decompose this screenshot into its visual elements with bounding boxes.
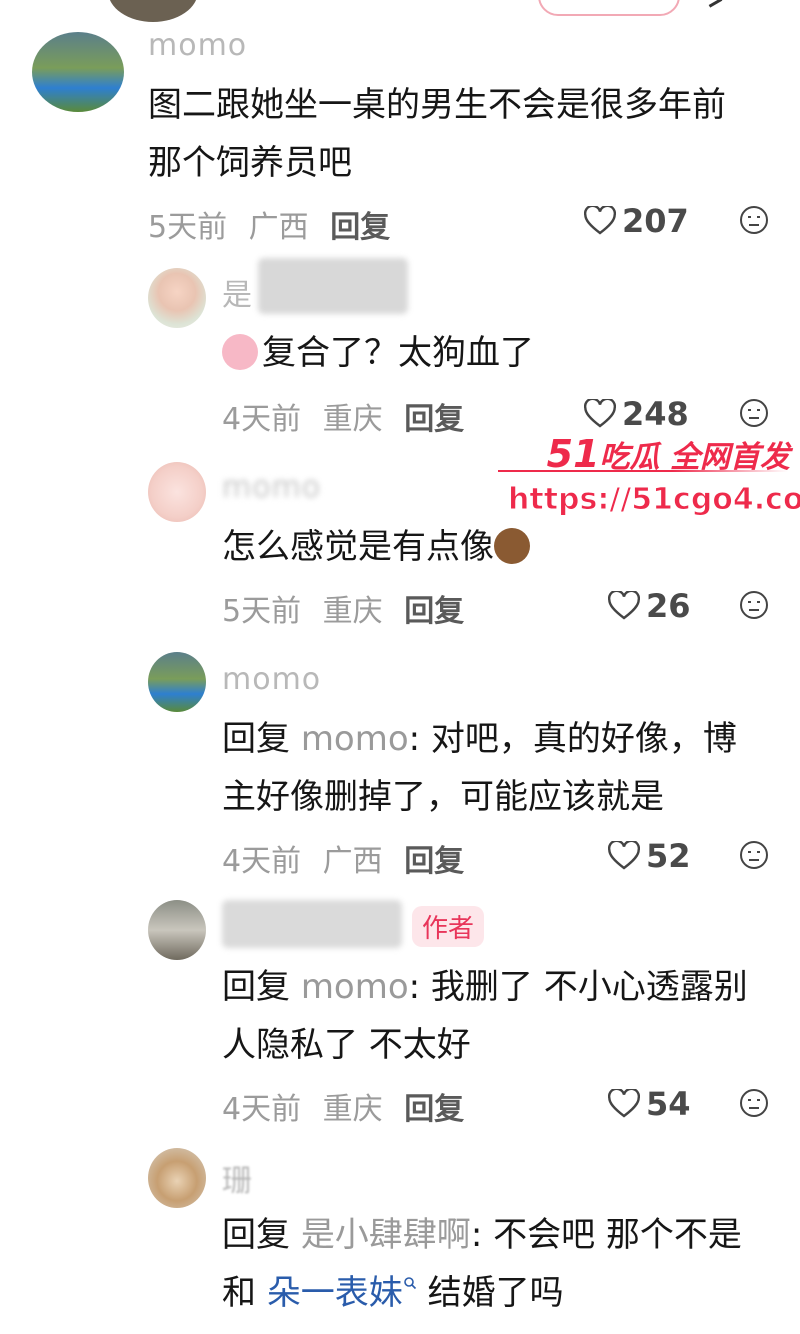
like-count: 54 [646, 1085, 691, 1123]
comment-meta: 4天前 重庆 回复 [222, 394, 476, 438]
avatar[interactable] [148, 652, 206, 712]
dog-emoji-icon [494, 528, 530, 564]
heart-icon [584, 206, 616, 235]
reply-prefix: 回复 [222, 1215, 290, 1255]
search-icon[interactable] [403, 1276, 417, 1290]
comment-location: 重庆 [322, 594, 383, 629]
like-button[interactable]: 54 [608, 1085, 691, 1123]
like-count: 207 [622, 202, 689, 240]
comment-location: 重庆 [322, 402, 383, 437]
like-button[interactable]: 52 [608, 837, 691, 875]
reply-button[interactable]: 回复 [404, 1092, 464, 1127]
comment-text-line: 回复 momo: 我删了 不小心透露别 [222, 967, 748, 1007]
reply-button[interactable]: 回复 [404, 594, 464, 629]
username[interactable]: momo [148, 28, 247, 63]
avatar[interactable] [148, 462, 206, 522]
comment-text: 复合了？太狗血了 [222, 322, 534, 384]
like-count: 52 [646, 837, 691, 875]
like-button[interactable]: 248 [584, 395, 689, 433]
comment-text-line: 回复 是小肆肆啊: 不会吧 那个不是 [222, 1215, 742, 1255]
comment-time: 5天前 [148, 210, 228, 245]
reply-button[interactable]: 回复 [404, 402, 464, 437]
dislike-face-icon[interactable] [738, 204, 770, 236]
partial-more-icon[interactable] [703, 0, 723, 8]
mention-link[interactable]: 是小肆肆啊 [301, 1215, 471, 1255]
avatar[interactable] [148, 268, 206, 328]
username-blurred[interactable] [222, 900, 402, 948]
username[interactable]: momo [222, 470, 321, 505]
comment-text-line: 图二跟她坐一桌的男生不会是很多年前 [148, 85, 726, 125]
comment-meta: 5天前 广西 回复 [148, 202, 402, 246]
comment-meta: 5天前 重庆 回复 [222, 586, 476, 630]
comment-time: 4天前 [222, 402, 302, 437]
reply-button[interactable]: 回复 [330, 210, 390, 245]
comment-location: 广西 [248, 210, 309, 245]
comment-text: 怎么感觉是有点像 [222, 516, 530, 578]
reply-prefix: 回复 [222, 967, 290, 1007]
avatar[interactable] [148, 1148, 206, 1208]
reply-prefix: 回复 [222, 719, 290, 759]
comment-time: 4天前 [222, 844, 302, 879]
comment-location: 重庆 [322, 1092, 383, 1127]
dislike-face-icon[interactable] [738, 589, 770, 621]
dislike-face-icon[interactable] [738, 839, 770, 871]
like-button[interactable]: 26 [608, 587, 691, 625]
avatar[interactable] [148, 900, 206, 960]
mention-link[interactable]: momo [301, 719, 409, 759]
heart-icon [608, 591, 640, 620]
mention-link[interactable]: momo [301, 967, 409, 1007]
partial-avatar-top [108, 0, 198, 22]
comment-location: 广西 [322, 844, 383, 879]
heart-icon [584, 399, 616, 428]
partial-follow-button[interactable] [538, 0, 680, 16]
dislike-face-icon[interactable] [738, 397, 770, 429]
comment-text-line: 和 朵一表妹 结婚了吗 [222, 1273, 564, 1313]
heart-icon [608, 841, 640, 870]
like-count: 26 [646, 587, 691, 625]
comment-meta: 4天前 广西 回复 [222, 836, 476, 880]
like-count: 248 [622, 395, 689, 433]
username[interactable]: 珊 [222, 1156, 253, 1200]
like-button[interactable]: 207 [584, 202, 689, 240]
comment-text-line: 人隐私了 不太好 [222, 1025, 471, 1065]
comment-text-line: 那个饲养员吧 [148, 143, 352, 183]
watermark: 51吃瓜 全网首发 https://51cgo4.com [498, 432, 800, 532]
comment-meta: 4天前 重庆 回复 [222, 1084, 476, 1128]
avatar[interactable] [32, 32, 124, 112]
comment-time: 5天前 [222, 594, 302, 629]
username-blurred [258, 258, 408, 314]
comment-time: 4天前 [222, 1092, 302, 1127]
sweat-emoji-icon [222, 334, 258, 370]
watermark-url: https://51cgo4.com [508, 482, 800, 518]
author-tag: 作者 [412, 906, 485, 947]
username[interactable]: momo [222, 662, 321, 697]
comment-text-line: 主好像删掉了，可能应该就是 [222, 777, 664, 817]
search-link[interactable]: 朵一表妹 [267, 1273, 403, 1313]
dislike-face-icon[interactable] [738, 1087, 770, 1119]
watermark-line [498, 470, 788, 472]
heart-icon [608, 1089, 640, 1118]
reply-button[interactable]: 回复 [404, 844, 464, 879]
username[interactable]: 是 [222, 270, 253, 314]
comment-text-line: 回复 momo: 对吧，真的好像，博 [222, 719, 737, 759]
